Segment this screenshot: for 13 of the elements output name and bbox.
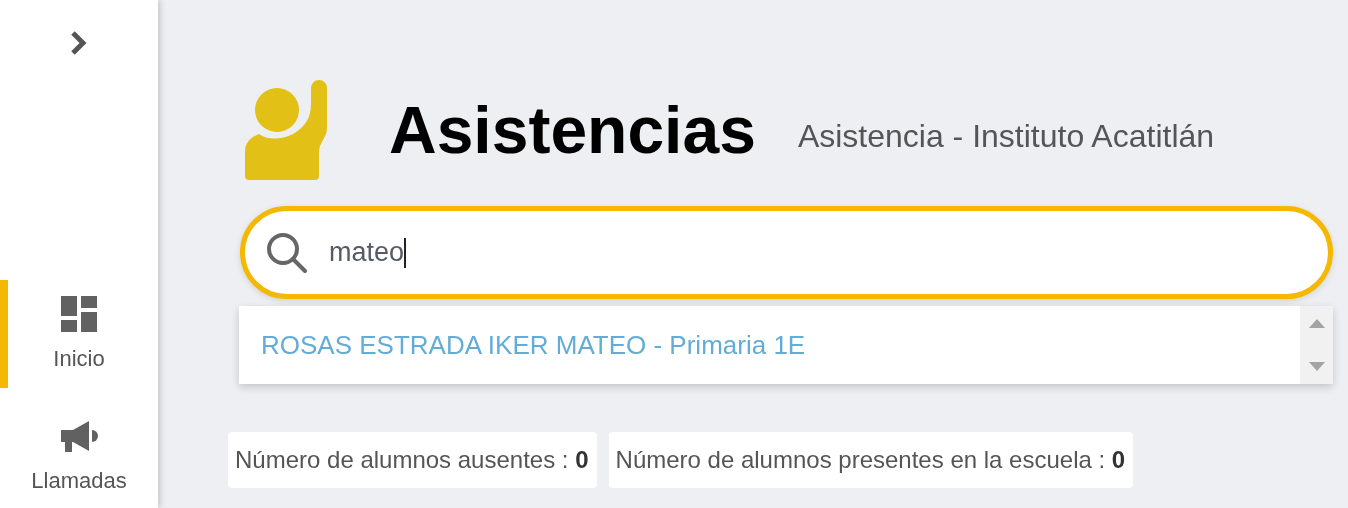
search-field[interactable]: mateo bbox=[240, 206, 1333, 299]
page-subtitle: Asistencia - Instituto Acatitlán bbox=[797, 117, 1215, 155]
page-title: Asistencias bbox=[389, 92, 756, 168]
scroll-up-icon[interactable] bbox=[1308, 318, 1325, 328]
sidebar-item[interactable]: Llamadas bbox=[0, 420, 158, 494]
megaphone-icon bbox=[59, 420, 99, 454]
scroll-down-icon[interactable] bbox=[1308, 362, 1325, 372]
stat-card: Número de alumnos presentes en la escuela : 0 bbox=[608, 432, 1134, 488]
stat-card: Número de alumnos ausentes : 0 bbox=[228, 432, 597, 488]
dashboard-icon bbox=[61, 296, 97, 332]
sidebar-item[interactable]: Inicio bbox=[0, 280, 158, 388]
search-text: mateo bbox=[329, 237, 405, 268]
search-icon bbox=[265, 230, 309, 275]
